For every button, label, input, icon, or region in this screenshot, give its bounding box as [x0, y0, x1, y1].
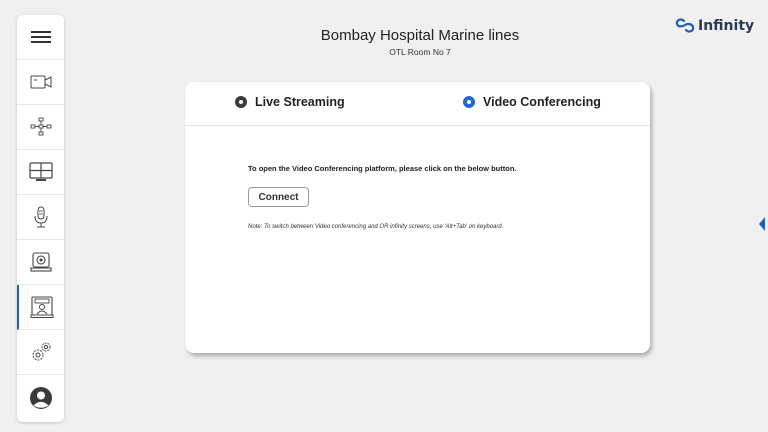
mode-tabs: Live Streaming Video Conferencing: [185, 82, 650, 126]
webcam-icon: [29, 252, 52, 272]
display-layout-icon: [28, 162, 53, 181]
sidebar: [17, 15, 64, 422]
tab-live-streaming-label: Live Streaming: [255, 95, 345, 109]
video-camera-icon: [30, 75, 51, 89]
connect-button[interactable]: Connect: [248, 187, 309, 207]
sidebar-item-profile[interactable]: [17, 375, 64, 420]
infinity-logo-icon: [675, 18, 695, 33]
sidebar-item-webcam[interactable]: [17, 240, 64, 285]
radio-video-conferencing[interactable]: [463, 96, 475, 108]
instruction-text: To open the Video Conferencing platform,…: [248, 164, 517, 173]
page-subtitle: OTL Room No 7: [389, 47, 451, 57]
sidebar-item-microphone[interactable]: [17, 195, 64, 240]
tab-live-streaming[interactable]: Live Streaming: [235, 95, 345, 109]
network-icon: [30, 117, 51, 136]
brand-logo: Infinity: [675, 18, 754, 34]
sidebar-item-display[interactable]: [17, 150, 64, 195]
video-conferencing-panel: Live Streaming Video Conferencing To ope…: [185, 82, 650, 353]
sidebar-item-settings[interactable]: [17, 330, 64, 375]
sidebar-item-video[interactable]: [17, 60, 64, 105]
user-profile-icon: [29, 386, 52, 409]
tab-video-conferencing[interactable]: Video Conferencing: [463, 95, 601, 109]
sidebar-item-network[interactable]: [17, 105, 64, 150]
microphone-icon: [34, 206, 47, 228]
keyboard-note: Note: To switch between Video conferenci…: [248, 224, 504, 230]
video-conference-icon: [30, 296, 53, 318]
page-title: Bombay Hospital Marine lines: [320, 27, 520, 44]
tab-video-conferencing-label: Video Conferencing: [483, 95, 601, 109]
collapse-arrow-icon[interactable]: [759, 217, 765, 231]
sidebar-item-video-conference[interactable]: [17, 285, 64, 330]
settings-icon: [32, 342, 50, 361]
radio-live-streaming[interactable]: [235, 96, 247, 108]
brand-name: Infinity: [698, 18, 755, 34]
